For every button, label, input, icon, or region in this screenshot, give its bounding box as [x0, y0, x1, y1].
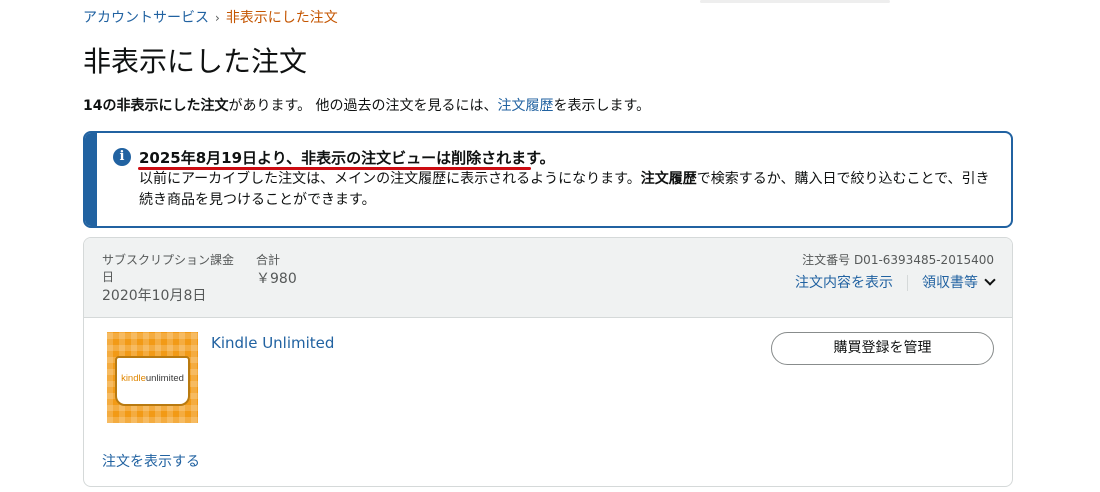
order-date-value: 2020年10月8日 [102, 288, 207, 304]
product-image[interactable]: kindleunlimited [107, 332, 198, 423]
info-icon: i [113, 148, 131, 166]
receipt-dropdown-link[interactable]: 領収書等 [922, 274, 996, 291]
breadcrumb: アカウントサービス › 非表示にした注文 [83, 8, 338, 28]
view-order-link[interactable]: 注文を表示する [102, 452, 200, 472]
order-date-label: サブスクリプション課金日 [102, 253, 235, 284]
order-total-label: 合計 [256, 253, 281, 267]
alert-accent-stripe [85, 133, 97, 226]
order-number: 注文番号 D01-6393485-2015400 [802, 253, 994, 267]
manage-subscription-button[interactable]: 購買登録を管理 [771, 332, 994, 365]
chevron-down-icon [984, 274, 996, 286]
info-alert: i 2025年8月19日より、非表示の注文ビューは削除されます。 以前にアーカイ… [83, 131, 1013, 228]
receipt-label: 領収書等 [922, 275, 978, 291]
alert-body-text-1: 以前にアーカイブした注文は、メインの注文履歴に表示されるようになります。 [139, 171, 641, 187]
order-total-value: ￥980 [256, 271, 297, 287]
hidden-orders-count: 14の非表示にした注文 [83, 98, 229, 114]
kindle-unlimited-logo: kindleunlimited [121, 373, 184, 384]
alert-body-bold: 注文履歴 [640, 171, 697, 187]
summary-end-text: を表示します。 [553, 98, 651, 114]
alert-body: 以前にアーカイブした注文は、メインの注文履歴に表示されるようになります。注文履歴… [139, 169, 999, 211]
order-links: 注文内容を表示 領収書等 [795, 273, 996, 293]
summary-middle-text: があります。 他の過去の注文を見るには、 [228, 98, 498, 114]
order-links-divider [907, 275, 908, 291]
page-title: 非表示にした注文 [83, 45, 308, 78]
order-header: サブスクリプション課金日 2020年10月8日 合計 ￥980 注文番号 D01… [84, 238, 1012, 318]
hidden-orders-summary: 14の非表示にした注文があります。 他の過去の注文を見るには、注文履歴を表示しま… [83, 96, 650, 116]
order-total-column: 合計 ￥980 [256, 252, 297, 289]
open-book-icon: kindleunlimited [115, 356, 190, 406]
order-history-link[interactable]: 注文履歴 [498, 98, 554, 114]
breadcrumb-link-account-service[interactable]: アカウントサービス [83, 10, 209, 26]
breadcrumb-current: 非表示にした注文 [225, 10, 338, 26]
breadcrumb-separator-icon: › [215, 11, 220, 25]
alert-heading: 2025年8月19日より、非表示の注文ビューは削除されます。 [139, 149, 555, 167]
order-date-column: サブスクリプション課金日 2020年10月8日 [102, 252, 242, 306]
view-order-details-link[interactable]: 注文内容を表示 [795, 275, 893, 291]
top-bar-remnant [700, 0, 890, 3]
product-title-link[interactable]: Kindle Unlimited [211, 332, 334, 354]
order-card: サブスクリプション課金日 2020年10月8日 合計 ￥980 注文番号 D01… [83, 237, 1013, 487]
order-number-column: 注文番号 D01-6393485-2015400 注文内容を表示 領収書等 [795, 252, 996, 293]
